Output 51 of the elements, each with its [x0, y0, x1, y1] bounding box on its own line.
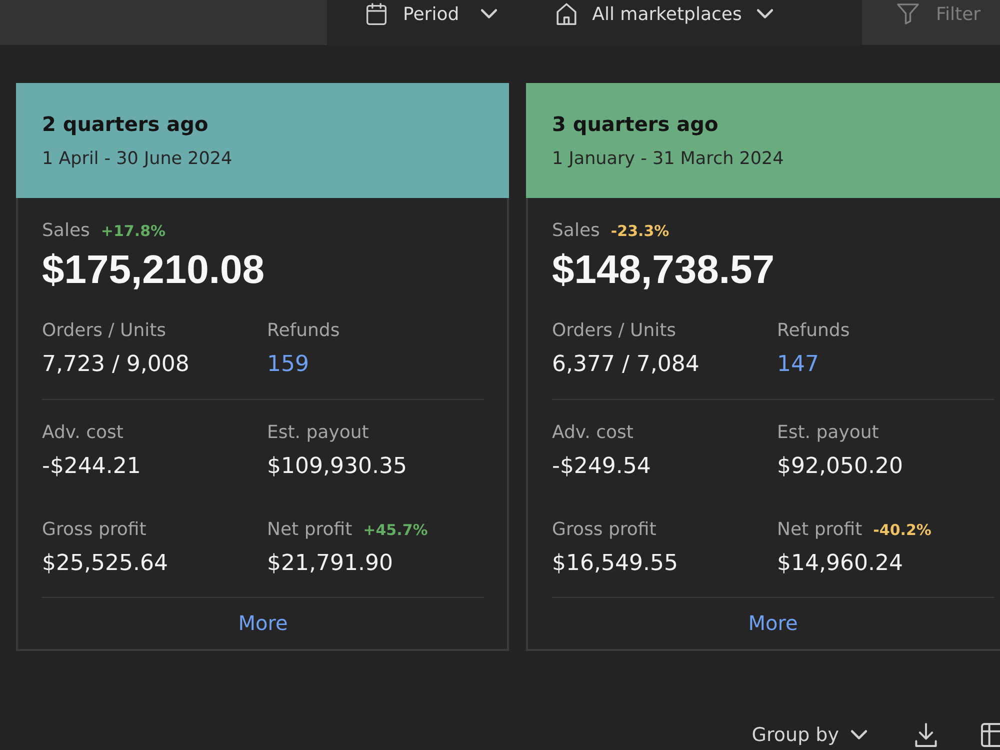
metric-label: Gross profit	[552, 518, 656, 542]
date-range: 1 January - 31 March 2024	[552, 148, 784, 171]
filter-icon	[897, 3, 919, 25]
metric-label: Refunds	[267, 319, 340, 343]
metric-value: -$244.21	[42, 453, 141, 481]
metric-label: Adv. cost	[552, 421, 634, 445]
metric-label: Orders / Units	[42, 319, 166, 343]
sales-value: $148,738.57	[552, 247, 774, 293]
table-icon	[981, 723, 1000, 747]
metric-label: Est. payout	[267, 421, 369, 445]
metric-label: Gross profit	[42, 518, 146, 542]
chevron-down-icon	[851, 730, 867, 740]
metric-label: Orders / Units	[552, 319, 676, 343]
metric-value: $92,050.20	[777, 453, 903, 481]
metric-link[interactable]: 147	[777, 351, 819, 379]
metric-value: 6,377 / 7,084	[552, 351, 700, 379]
change-percent: +45.7%	[363, 520, 428, 540]
marketplace-dropdown[interactable]: All marketplaces	[556, 0, 773, 28]
calendar-icon	[366, 3, 387, 25]
card-title: 3 quarters ago	[552, 111, 718, 138]
change-percent: +17.8%	[100, 221, 166, 241]
metric-label: Est. payout	[777, 421, 879, 445]
period-dropdown[interactable]: Period	[366, 0, 498, 28]
group-by-dropdown[interactable]: Group by	[752, 720, 867, 750]
metric-value: $14,960.24	[777, 550, 903, 578]
table-view-button[interactable]	[981, 720, 1000, 750]
date-range: 1 April - 30 June 2024	[42, 148, 232, 171]
metric-value: $25,525.64	[42, 550, 168, 578]
change-percent: -23.3%	[610, 221, 670, 241]
home-icon	[556, 3, 578, 25]
download-button[interactable]	[914, 720, 938, 750]
metric-value: $16,549.55	[552, 550, 678, 578]
metric-value: $109,930.35	[267, 453, 407, 481]
metric-link[interactable]: 159	[267, 351, 309, 379]
metric-label: Sales	[552, 219, 600, 243]
metric-label: Net profit	[777, 518, 862, 542]
metric-label: Adv. cost	[42, 421, 124, 445]
chevron-down-icon	[756, 9, 773, 19]
metric-label: Refunds	[777, 319, 850, 343]
sales-value: $175,210.08	[42, 247, 264, 293]
metric-label: Sales	[42, 219, 90, 243]
download-icon	[914, 723, 938, 747]
more-link[interactable]: More	[748, 609, 798, 637]
chevron-down-icon	[481, 9, 498, 19]
change-percent: -40.2%	[873, 520, 932, 540]
metric-label: Net profit	[267, 518, 352, 542]
metric-value: $21,791.90	[267, 550, 393, 578]
more-link[interactable]: More	[238, 609, 288, 637]
metric-value: 7,723 / 9,008	[42, 351, 190, 379]
card-title: 2 quarters ago	[42, 111, 208, 138]
metric-value: -$249.54	[552, 453, 651, 481]
